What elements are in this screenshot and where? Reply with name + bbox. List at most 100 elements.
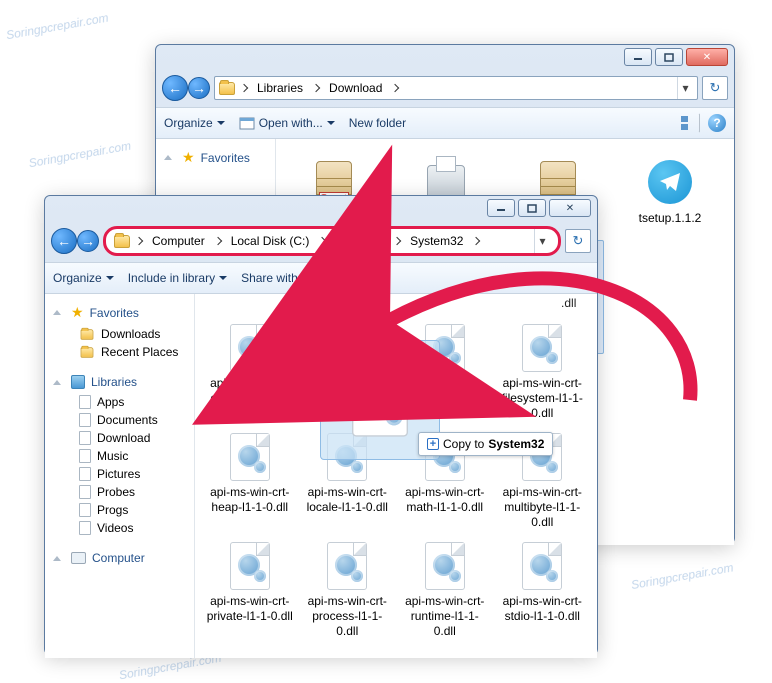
file-item[interactable]: api-ms-win-crt-runtime-l1-1-0.dll bbox=[398, 536, 492, 639]
file-item[interactable]: api-ms-win-crt-conio-l1-1-0.dll bbox=[203, 318, 297, 421]
breadcrumb-item[interactable]: Local Disk (C:) bbox=[227, 234, 314, 248]
minimize-button[interactable] bbox=[624, 48, 652, 66]
sidebar-item[interactable]: Apps bbox=[49, 393, 190, 411]
titlebar[interactable]: ✕ bbox=[45, 196, 597, 224]
file-label: api-ms-win-crt-multibyte-l1-1-0.dll bbox=[497, 485, 587, 530]
sidebar-item[interactable]: Progs bbox=[49, 501, 190, 519]
breadcrumb-item[interactable]: Libraries bbox=[253, 81, 307, 95]
library-item-icon bbox=[79, 485, 91, 499]
titlebar[interactable]: ✕ bbox=[156, 45, 734, 73]
file-item[interactable]: tsetup.1.1.2 bbox=[624, 157, 716, 226]
partial-filename: l1-1-1.dll bbox=[295, 296, 341, 310]
share-with-button[interactable]: Share with bbox=[241, 271, 310, 285]
telegram-icon bbox=[645, 157, 695, 207]
copy-tooltip: + Copy to System32 bbox=[418, 432, 553, 456]
dll-file-icon bbox=[230, 433, 270, 481]
help-button[interactable]: ? bbox=[708, 114, 726, 132]
file-item[interactable]: api-ms-win-crt-process-l1-1-0.dll bbox=[301, 536, 395, 639]
folder-icon bbox=[219, 82, 235, 95]
library-item-icon bbox=[79, 395, 91, 409]
sidebar-item-label: Videos bbox=[97, 521, 133, 535]
sidebar-item-label: Music bbox=[97, 449, 128, 463]
file-label: api-ms-win-crt-heap-l1-1-0.dll bbox=[205, 485, 295, 515]
sidebar-item[interactable]: Recent Places bbox=[49, 343, 190, 361]
sidebar-libraries-header[interactable]: Libraries bbox=[49, 371, 190, 393]
file-label: api-ms-win-crt-math-l1-1-0.dll bbox=[400, 485, 490, 515]
organize-button[interactable]: Organize bbox=[53, 271, 114, 285]
crumb-sep-icon bbox=[135, 237, 143, 245]
sidebar-item-label: Download bbox=[97, 431, 150, 445]
nav-forward-button[interactable]: → bbox=[188, 77, 210, 99]
nav-forward-button[interactable]: → bbox=[77, 230, 99, 252]
copy-tooltip-prefix: Copy to bbox=[443, 437, 484, 451]
plus-icon: + bbox=[427, 438, 439, 450]
sidebar-item-label: Apps bbox=[97, 395, 124, 409]
computer-icon bbox=[71, 552, 86, 564]
address-drop-icon[interactable]: ▾ bbox=[677, 77, 693, 99]
sidebar-item[interactable]: Music bbox=[49, 447, 190, 465]
maximize-button[interactable] bbox=[655, 48, 683, 66]
view-options-button[interactable] bbox=[680, 113, 700, 133]
file-item[interactable]: api-ms-win-crt-private-l1-1-0.dll bbox=[203, 536, 297, 639]
dll-file-icon bbox=[230, 324, 270, 372]
open-with-button[interactable]: Open with... bbox=[239, 116, 335, 130]
sidebar-favorites-header[interactable]: ★Favorites bbox=[160, 145, 271, 170]
include-in-library-button[interactable]: Include in library bbox=[128, 271, 227, 285]
sidebar-item-label: Probes bbox=[97, 485, 135, 499]
dll-file-icon bbox=[230, 542, 270, 590]
sidebar-item-label: Documents bbox=[97, 413, 158, 427]
crumb-sep-icon bbox=[213, 237, 221, 245]
sidebar-item[interactable]: Documents bbox=[49, 411, 190, 429]
sidebar-item[interactable]: Videos bbox=[49, 519, 190, 537]
favorites-star-icon: ★ bbox=[182, 149, 195, 166]
libraries-icon bbox=[71, 375, 85, 389]
nav-back-button[interactable]: ← bbox=[51, 228, 77, 254]
folder-icon bbox=[114, 235, 130, 248]
annotation-arrow bbox=[360, 240, 720, 423]
library-item-icon bbox=[79, 413, 91, 427]
sidebar-item-label: Downloads bbox=[101, 327, 160, 341]
open-with-icon bbox=[239, 116, 255, 130]
dll-file-icon bbox=[327, 542, 367, 590]
close-button[interactable]: ✕ bbox=[686, 48, 728, 66]
minimize-button[interactable] bbox=[487, 199, 515, 217]
toolbar: Organize Open with... New folder ? bbox=[156, 107, 734, 139]
file-label: api-ms-win-crt-private-l1-1-0.dll bbox=[205, 594, 295, 624]
file-label: api-ms-win-crt-stdio-l1-1-0.dll bbox=[497, 594, 587, 624]
crumb-sep-icon bbox=[391, 84, 399, 92]
file-item[interactable]: api-ms-win-crt-heap-l1-1-0.dll bbox=[203, 427, 297, 530]
maximize-button[interactable] bbox=[518, 199, 546, 217]
sidebar-item[interactable]: Pictures bbox=[49, 465, 190, 483]
library-item-icon bbox=[79, 431, 91, 445]
favorites-star-icon: ★ bbox=[71, 304, 84, 321]
file-label: api-ms-win-crt-runtime-l1-1-0.dll bbox=[400, 594, 490, 639]
file-label: tsetup.1.1.2 bbox=[639, 211, 702, 226]
library-item-icon bbox=[79, 521, 91, 535]
sidebar-item[interactable]: Probes bbox=[49, 483, 190, 501]
new-folder-button[interactable]: New folder bbox=[349, 116, 406, 130]
file-item[interactable]: api-ms-win-crt-stdio-l1-1-0.dll bbox=[496, 536, 590, 639]
crumb-sep-icon bbox=[318, 237, 326, 245]
organize-button[interactable]: Organize bbox=[164, 116, 225, 130]
sidebar-item-label: Pictures bbox=[97, 467, 140, 481]
crumb-sep-icon bbox=[240, 84, 248, 92]
sidebar-computer-header[interactable]: Computer bbox=[49, 547, 190, 569]
library-item-icon bbox=[79, 467, 91, 481]
nav-back-button[interactable]: ← bbox=[162, 75, 188, 101]
file-label: api-ms-win-crt-conio-l1-1-0.dll bbox=[205, 376, 295, 406]
close-button[interactable]: ✕ bbox=[549, 199, 591, 217]
library-item-icon bbox=[79, 503, 91, 517]
crumb-sep-icon bbox=[312, 84, 320, 92]
breadcrumb-item[interactable]: Download bbox=[325, 81, 386, 95]
file-label: api-ms-win-crt-process-l1-1-0.dll bbox=[302, 594, 392, 639]
breadcrumb-item[interactable]: Computer bbox=[148, 234, 209, 248]
dll-file-icon bbox=[425, 542, 465, 590]
refresh-button[interactable]: ↻ bbox=[702, 76, 728, 100]
address-bar[interactable]: Libraries Download ▾ bbox=[214, 76, 698, 100]
sidebar-item[interactable]: Downloads bbox=[49, 325, 190, 343]
copy-tooltip-dest: System32 bbox=[488, 437, 544, 451]
sidebar-favorites-header[interactable]: ★Favorites bbox=[49, 300, 190, 325]
library-item-icon bbox=[79, 449, 91, 463]
sidebar-item[interactable]: Download bbox=[49, 429, 190, 447]
dll-file-icon bbox=[522, 542, 562, 590]
